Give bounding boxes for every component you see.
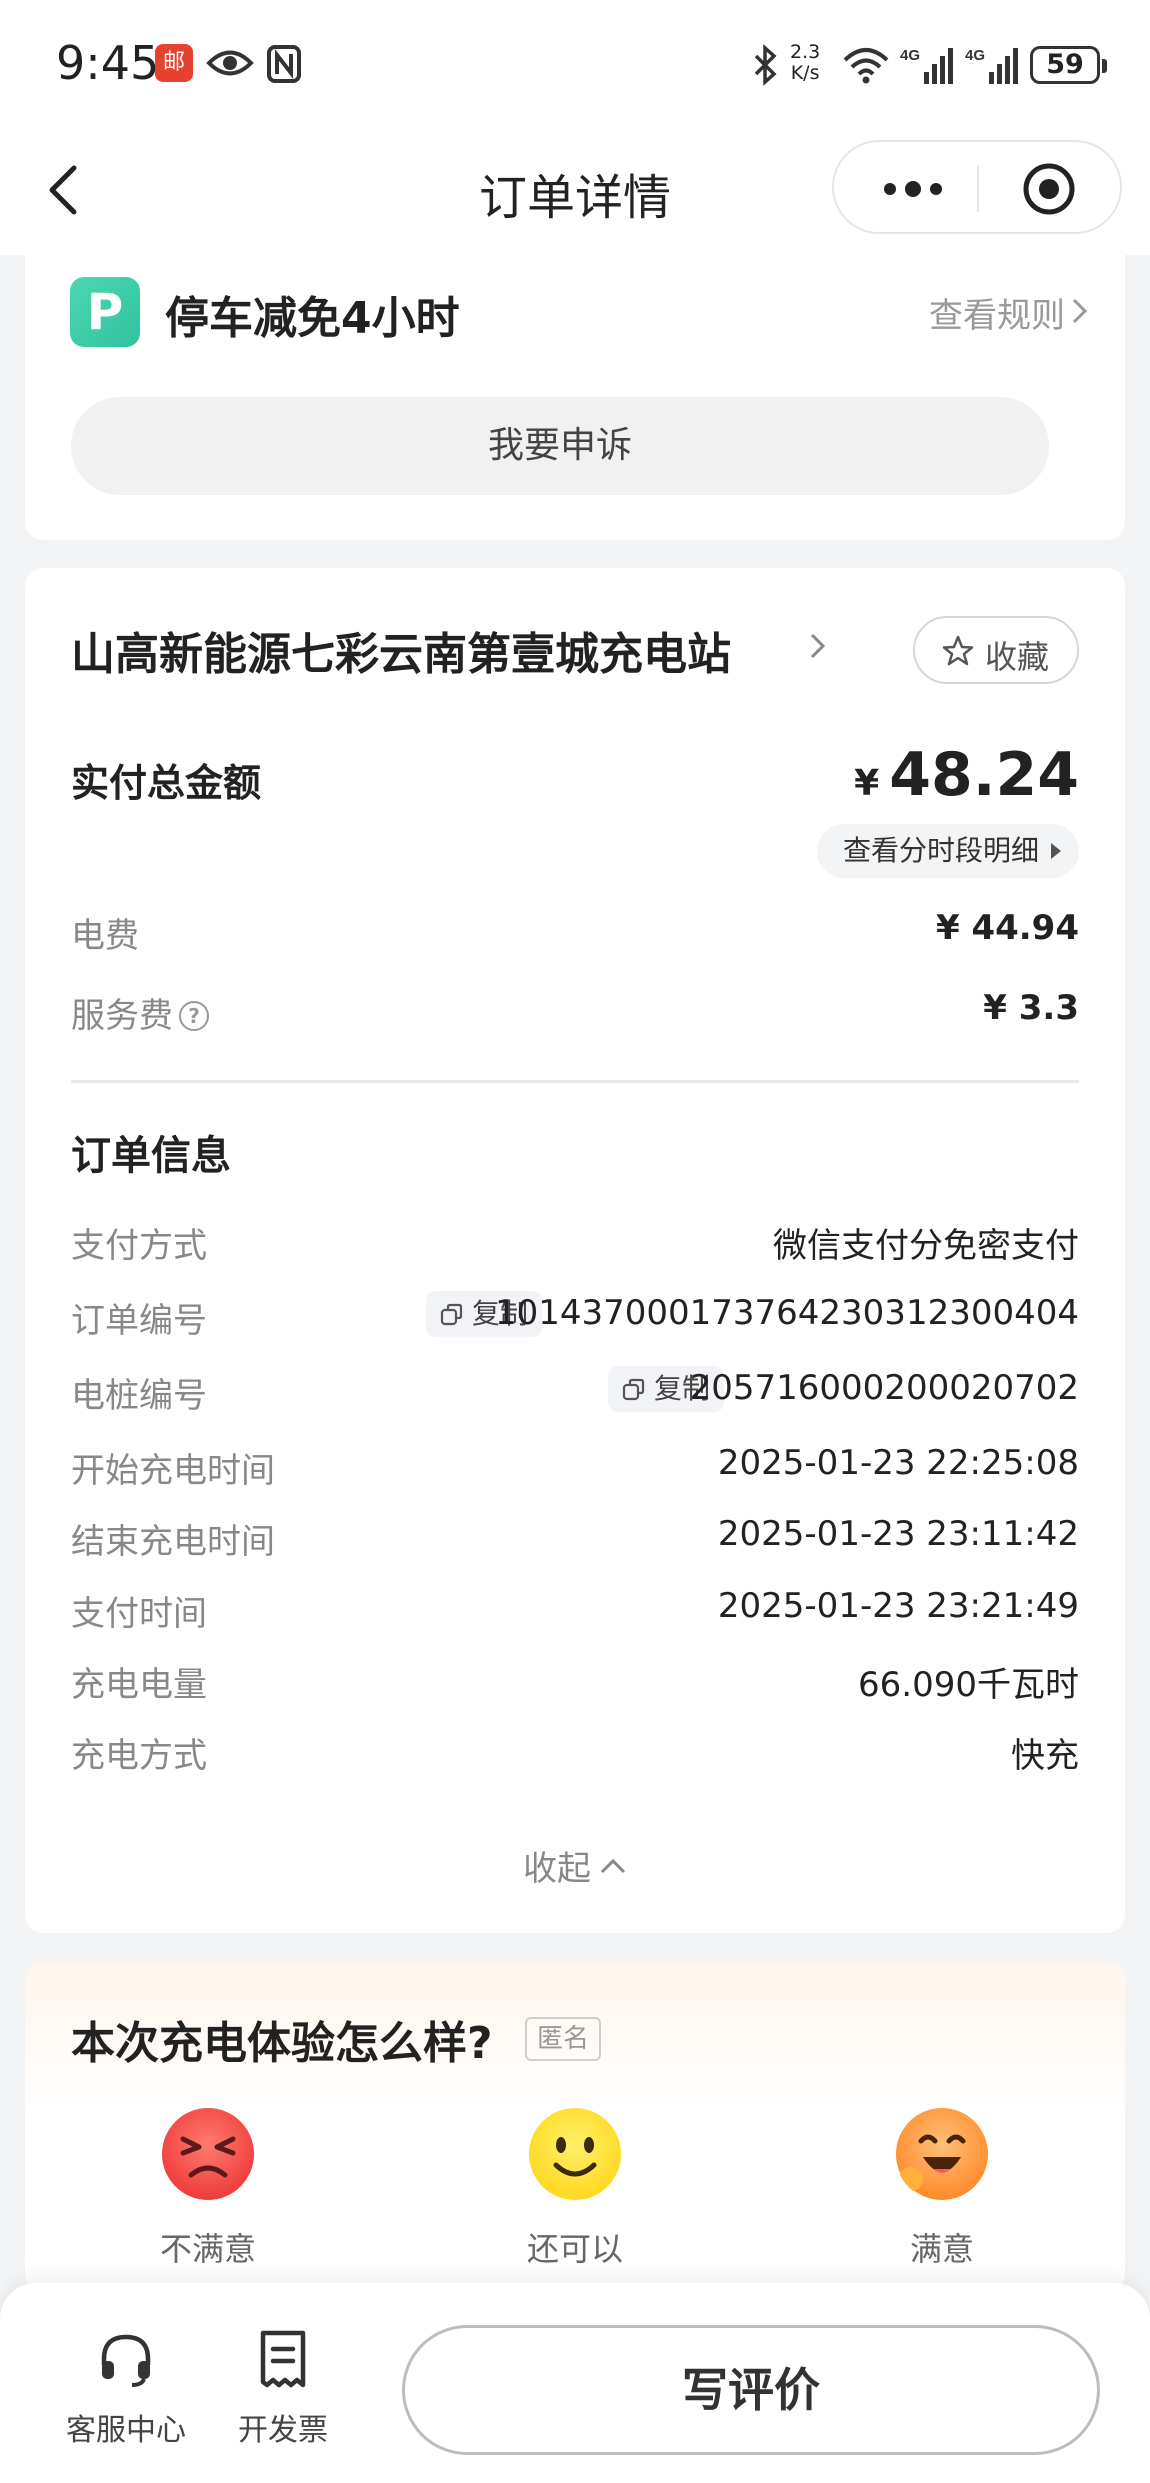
invoice-label: 开发票 — [238, 2413, 328, 2448]
satisfied-label: 满意 — [909, 2230, 974, 2268]
info-value: 205716000200020702 — [689, 1368, 1079, 1408]
order-card: 山高新能源七彩云南第壹城充电站 收藏 实付总金额 ¥48.24 查看分时段明细 … — [25, 568, 1125, 1933]
favorite-button[interactable]: 收藏 — [913, 616, 1079, 684]
rating-title: 本次充电体验怎么样? — [71, 2018, 493, 2069]
customer-service-label: 客服中心 — [66, 2413, 186, 2448]
svg-text:4G: 4G — [965, 47, 985, 64]
info-label: 电桩编号 — [71, 1376, 207, 1416]
info-row-energy: 充电电量 66.090千瓦时 — [71, 1657, 1079, 1707]
anonymous-tag: 匿名 — [525, 2017, 602, 2061]
status-time: 9:45 — [56, 36, 160, 90]
chevron-up-icon — [600, 1858, 626, 1874]
total-amount: ¥48.24 — [854, 740, 1079, 810]
info-value: 2025-01-23 23:11:42 — [717, 1514, 1079, 1554]
unsatisfied-label: 不满意 — [159, 2230, 256, 2268]
info-label: 充电电量 — [71, 1665, 207, 1705]
parking-card: P 停车减免4小时 查看规则 我要申诉 — [25, 240, 1125, 540]
info-label: 支付方式 — [71, 1226, 207, 1266]
favorite-label: 收藏 — [985, 638, 1050, 676]
signal-icon: 4G — [900, 47, 953, 84]
info-label: 订单编号 — [71, 1301, 207, 1341]
info-label: 支付时间 — [71, 1594, 207, 1634]
service-fee-label: 服务费 — [71, 996, 173, 1036]
invoice-icon — [260, 2330, 306, 2388]
bluetooth-icon — [754, 44, 777, 86]
info-value: 2025-01-23 23:21:49 — [717, 1586, 1079, 1626]
parking-icon: P — [70, 277, 140, 347]
star-icon — [942, 635, 974, 666]
app-notification-icon: 邮 — [155, 44, 193, 82]
wifi-icon — [843, 48, 889, 84]
okay-label: 还可以 — [526, 2230, 623, 2268]
station-name[interactable]: 山高新能源七彩云南第壹城充电站 — [71, 618, 731, 682]
eye-icon — [206, 50, 254, 76]
fee-label-electricity: 电费 — [71, 916, 139, 956]
info-row-order-number: 订单编号 复制 1014370001737642303123004​04 — [71, 1291, 1079, 1343]
status-bar: 9:45 邮 2.3 K/s 4G 4G 59 — [0, 0, 1150, 130]
collapse-label: 收起 — [523, 1849, 591, 1889]
info-label: 结束充电时间 — [71, 1522, 275, 1562]
info-value: 66.090千瓦时 — [858, 1665, 1079, 1705]
fee-value-electricity: ¥ 44.94 — [935, 908, 1079, 948]
capsule-divider — [977, 166, 979, 212]
satisfied-face-icon[interactable] — [895, 2107, 989, 2201]
info-value: 微信支付分免密支付 — [773, 1226, 1079, 1266]
info-row-charge-mode: 充电方式 快充 — [71, 1728, 1079, 1778]
view-rules-link[interactable]: 查看规则 — [929, 288, 1065, 337]
info-value: 2025-01-23 22:25:08 — [717, 1443, 1079, 1483]
info-label: 充电方式 — [71, 1736, 207, 1776]
invoice-tab[interactable]: 开发票 — [213, 2327, 353, 2449]
info-row-payment-time: 支付时间 2025-01-23 23:21:49 — [71, 1586, 1079, 1636]
customer-service-tab[interactable]: 客服中心 — [56, 2327, 196, 2449]
info-row-pile-number: 电桩编号 复制 205716000200020702 — [71, 1366, 1079, 1418]
miniprogram-capsule — [832, 140, 1122, 234]
status-indicators: 2.3 K/s 4G 4G 59 — [750, 40, 1110, 90]
write-review-button[interactable]: 写评价 — [402, 2325, 1100, 2455]
close-miniprogram-icon[interactable] — [1022, 162, 1076, 216]
unsatisfied-face-icon[interactable] — [161, 2107, 255, 2201]
help-icon[interactable]: ? — [179, 1001, 209, 1031]
info-value: 快充 — [1011, 1736, 1079, 1776]
nfc-icon — [267, 45, 301, 83]
total-amount-value: 48.24 — [889, 740, 1079, 810]
bottom-action-bar: 客服中心 开发票 写评价 — [0, 2283, 1150, 2483]
fee-value-service: ¥ 3.3 — [983, 988, 1079, 1028]
nav-bar: 订单详情 — [0, 130, 1150, 255]
order-info-title: 订单信息 — [71, 1133, 231, 1179]
divider — [71, 1080, 1079, 1083]
chevron-right-icon[interactable] — [807, 630, 827, 662]
rating-card: 本次充电体验怎么样? 匿名 不满意 还可以 满意 — [25, 1962, 1125, 2292]
speed-value: 2.3 — [790, 41, 821, 63]
headset-icon — [101, 2334, 151, 2387]
info-row-start-time: 开始充电时间 2025-01-23 22:25:08 — [71, 1443, 1079, 1493]
total-label: 实付总金额 — [71, 761, 262, 805]
chevron-right-icon[interactable] — [1069, 296, 1089, 326]
copy-icon — [622, 1378, 645, 1401]
okay-face-icon[interactable] — [528, 2107, 622, 2201]
appeal-button[interactable]: 我要申诉 — [71, 397, 1049, 495]
time-breakdown-link[interactable]: 查看分时段明细 — [816, 824, 1079, 878]
info-value: 1014370001737642303123004​04 — [494, 1293, 1079, 1333]
collapse-toggle[interactable]: 收起 — [25, 1841, 1125, 1890]
more-icon[interactable] — [878, 172, 948, 206]
info-row-payment-method: 支付方式 微信支付分免密支付 — [71, 1218, 1079, 1268]
parking-title: 停车减免4小时 — [165, 293, 460, 344]
copy-icon — [440, 1303, 463, 1326]
battery-indicator: 59 — [1030, 46, 1107, 84]
info-row-end-time: 结束充电时间 2025-01-23 23:11:42 — [71, 1514, 1079, 1564]
fee-label-service: 服务费? — [71, 988, 209, 1037]
signal-icon-2: 4G — [965, 47, 1018, 84]
currency-symbol: ¥ — [854, 763, 880, 804]
info-label: 开始充电时间 — [71, 1451, 275, 1491]
speed-unit: K/s — [790, 62, 820, 84]
svg-text:4G: 4G — [900, 47, 920, 64]
network-speed: 2.3 K/s — [790, 42, 820, 84]
